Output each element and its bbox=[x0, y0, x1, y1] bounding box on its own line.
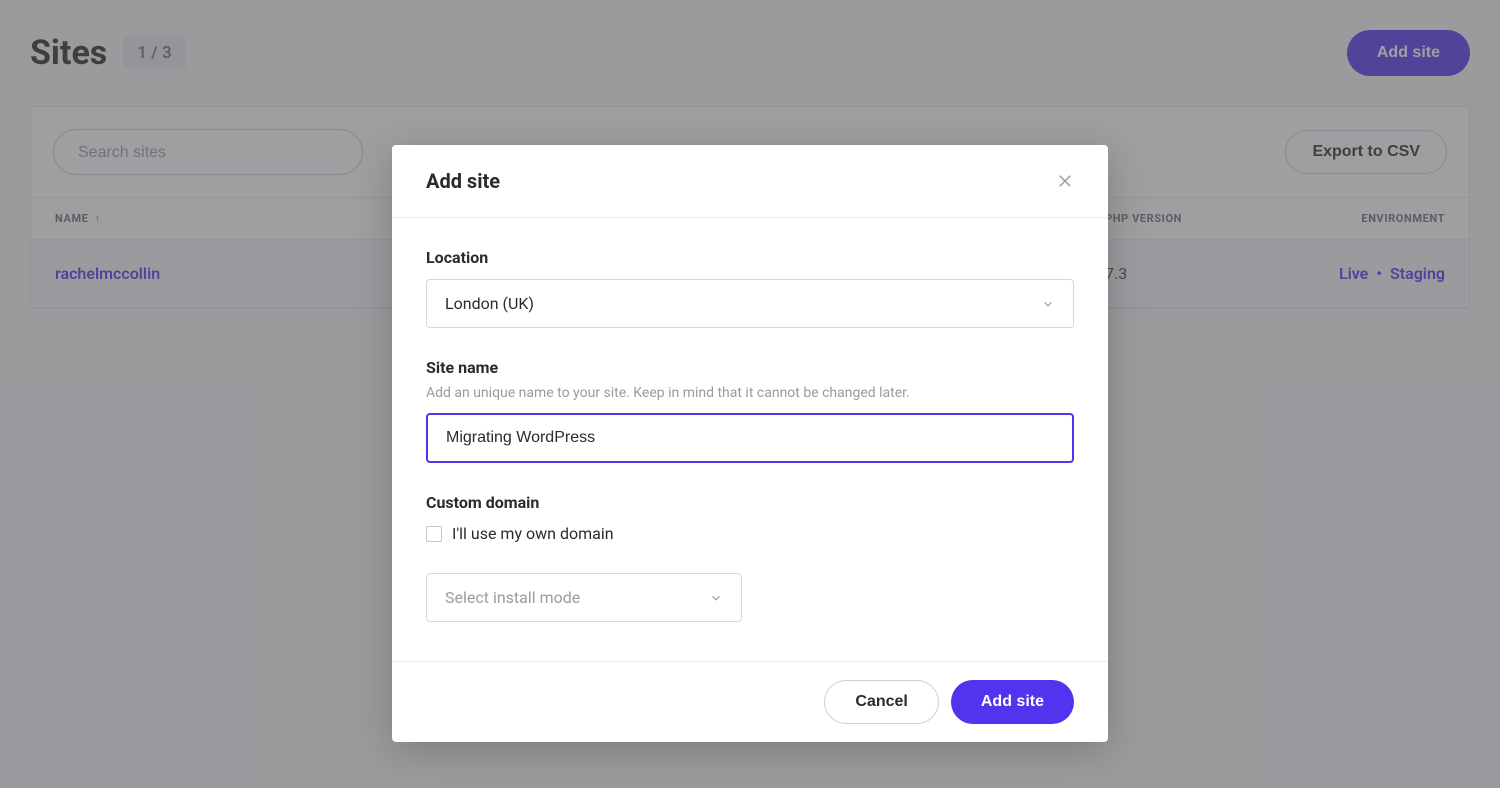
install-mode-select[interactable]: Select install mode bbox=[426, 573, 742, 622]
customdomain-checkbox-row[interactable]: I'll use my own domain bbox=[426, 524, 1074, 543]
add-site-modal: Add site Location London (UK) Site name … bbox=[392, 145, 1108, 742]
chevron-down-icon bbox=[709, 591, 723, 605]
sitename-label: Site name bbox=[426, 358, 1074, 377]
add-site-submit-button[interactable]: Add site bbox=[951, 680, 1074, 724]
modal-overlay[interactable]: Add site Location London (UK) Site name … bbox=[0, 0, 1500, 788]
sitename-input[interactable] bbox=[426, 413, 1074, 463]
location-label: Location bbox=[426, 248, 1074, 267]
close-icon[interactable] bbox=[1056, 172, 1074, 190]
install-mode-placeholder: Select install mode bbox=[445, 588, 580, 607]
cancel-button[interactable]: Cancel bbox=[824, 680, 938, 724]
chevron-down-icon bbox=[1041, 297, 1055, 311]
checkbox-icon[interactable] bbox=[426, 526, 442, 542]
location-select[interactable]: London (UK) bbox=[426, 279, 1074, 328]
customdomain-label: Custom domain bbox=[426, 493, 1074, 512]
location-value: London (UK) bbox=[445, 294, 534, 313]
modal-title: Add site bbox=[426, 169, 500, 193]
customdomain-checkbox-label: I'll use my own domain bbox=[452, 524, 614, 543]
sitename-help-text: Add an unique name to your site. Keep in… bbox=[426, 385, 1074, 401]
